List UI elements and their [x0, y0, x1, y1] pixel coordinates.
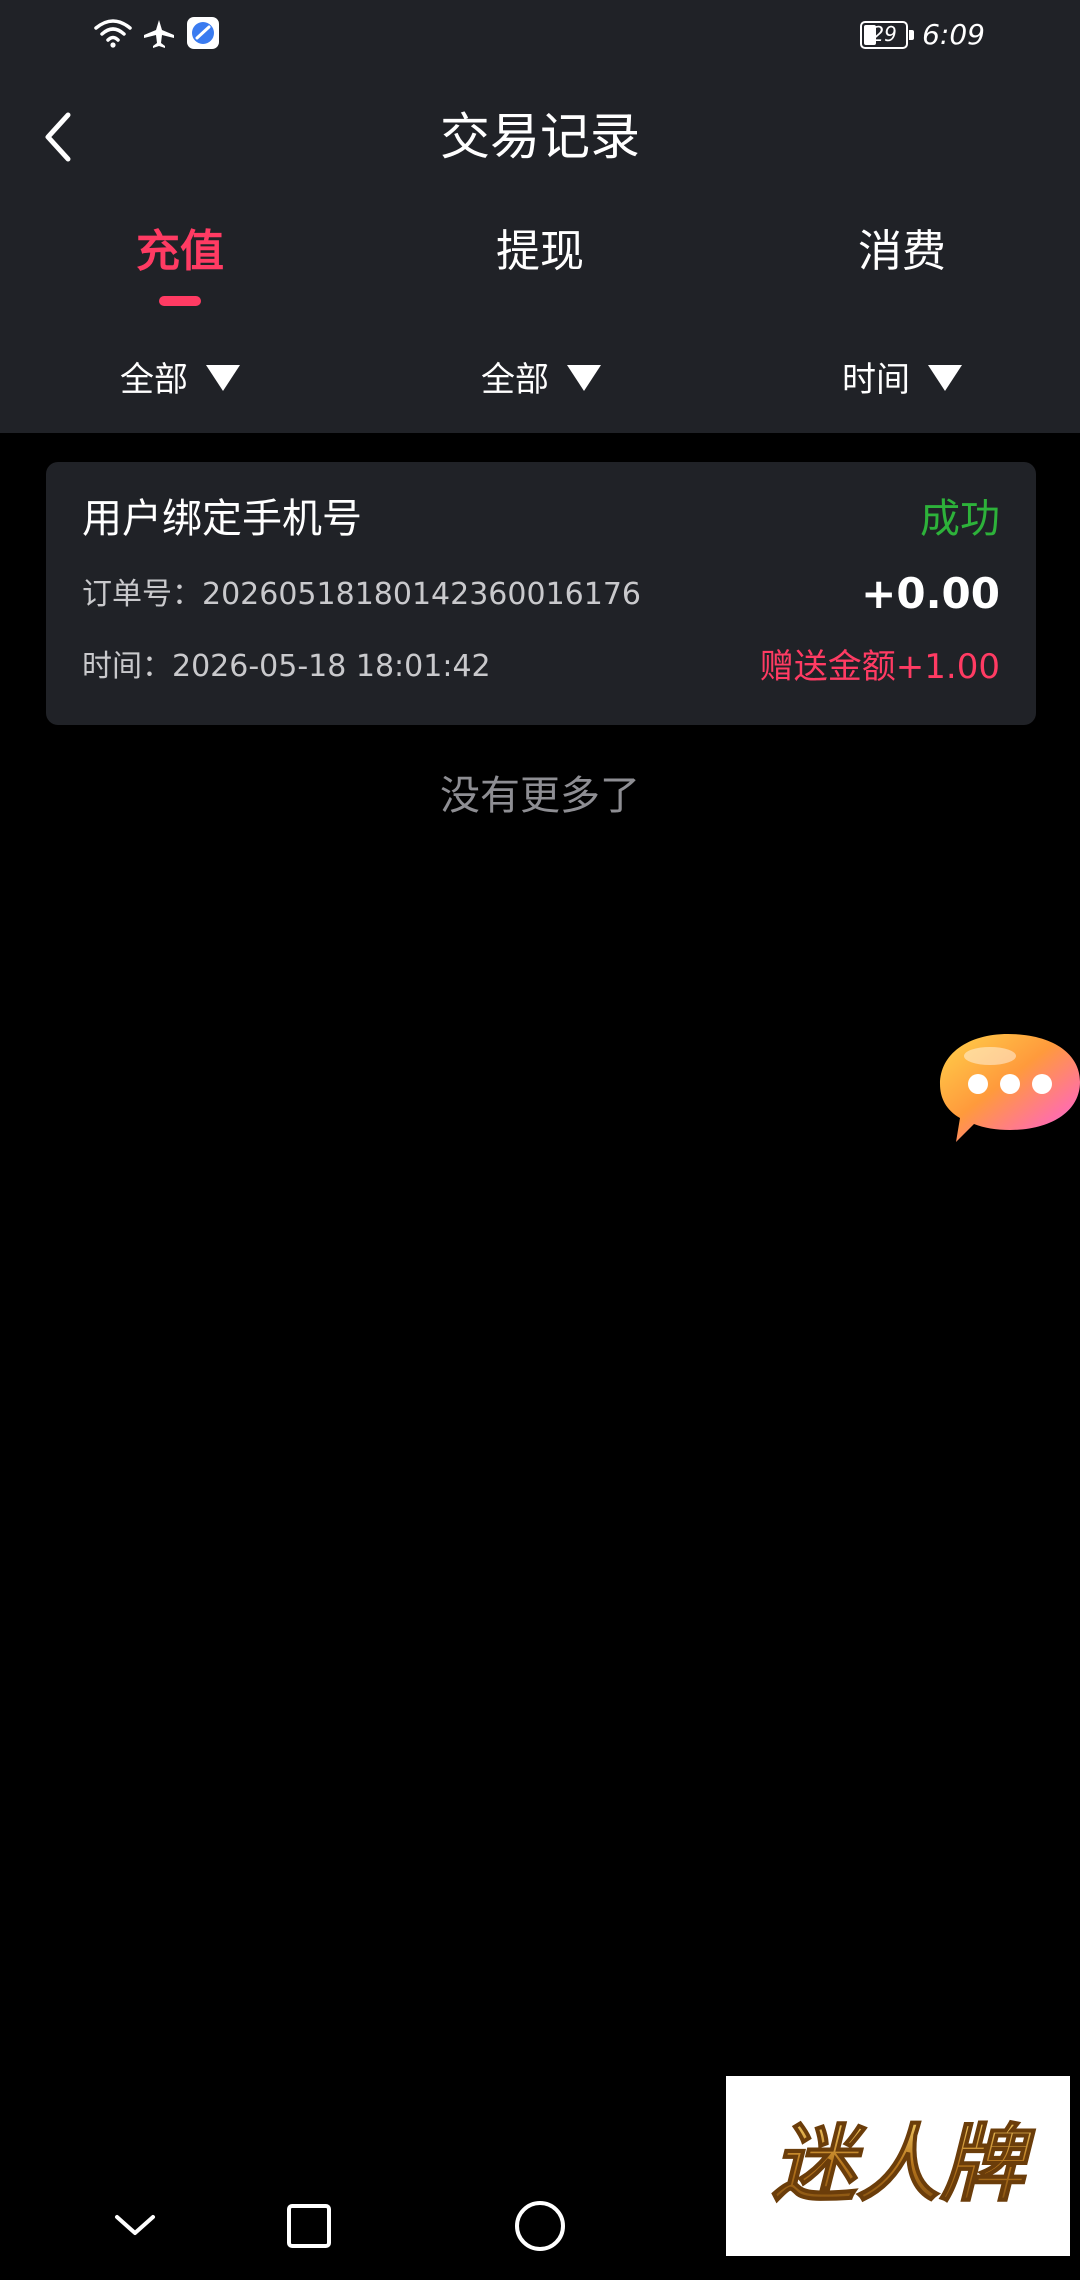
transaction-amount: +0.00 [861, 569, 1000, 618]
floating-chat-button[interactable] [938, 1030, 1080, 1150]
tab-bar: 充值 提现 消费 [0, 220, 1080, 310]
list-end-text: 没有更多了 [440, 773, 640, 819]
filter-label: 时间 [842, 360, 910, 400]
filter-label: 全部 [120, 360, 188, 400]
transaction-card[interactable]: 用户绑定手机号 成功 订单号：20260518180142360016176 +… [46, 462, 1036, 725]
tab-recharge[interactable]: 充值 [80, 220, 280, 306]
nav-recents-button[interactable] [269, 2188, 349, 2268]
app-notification-icon [186, 16, 220, 54]
tab-label: 充值 [136, 226, 224, 277]
nav-home-button[interactable] [500, 2188, 580, 2268]
chat-bubble-icon [938, 1034, 1080, 1154]
recents-icon [286, 2203, 332, 2253]
active-tab-indicator [159, 296, 201, 306]
tab-withdraw[interactable]: 提现 [440, 220, 640, 284]
page-title: 交易记录 [440, 108, 640, 166]
status-icons [94, 16, 220, 54]
filter-label: 全部 [481, 360, 549, 400]
status-right: 29 6:09 [860, 18, 985, 51]
caret-down-icon [567, 365, 601, 395]
filter-status-dropdown[interactable]: 全部 [481, 350, 601, 410]
caret-down-icon [206, 365, 240, 395]
transaction-order-number: 订单号：20260518180142360016176 [82, 577, 641, 612]
filter-type-dropdown[interactable]: 全部 [120, 350, 240, 410]
back-nav-icon [113, 2213, 157, 2243]
tab-consume[interactable]: 消费 [802, 220, 1002, 284]
battery-level: 29 [871, 21, 897, 46]
status-bar: 29 6:09 [0, 0, 1080, 70]
wifi-icon [94, 18, 132, 52]
caret-down-icon [928, 365, 962, 395]
battery-icon: 29 [860, 20, 915, 49]
transaction-status: 成功 [920, 496, 1000, 542]
filter-bar: 全部 全部 时间 [0, 350, 1080, 410]
filter-time-dropdown[interactable]: 时间 [842, 350, 962, 410]
nav-back-button[interactable] [95, 2188, 175, 2268]
tab-label: 提现 [496, 226, 584, 277]
system-navigation-bar [0, 2170, 1080, 2280]
airplane-icon [142, 18, 176, 52]
header-area: 29 6:09 交易记录 充值 提现 消费 全部 全部 时间 [0, 0, 1080, 433]
home-icon [514, 2200, 566, 2256]
transaction-time: 时间：2026-05-18 18:01:42 [82, 649, 491, 684]
transaction-title: 用户绑定手机号 [82, 496, 362, 542]
transaction-bonus: 赠送金额+1.00 [759, 647, 1000, 687]
status-time: 6:09 [922, 18, 985, 51]
tab-label: 消费 [858, 226, 946, 277]
